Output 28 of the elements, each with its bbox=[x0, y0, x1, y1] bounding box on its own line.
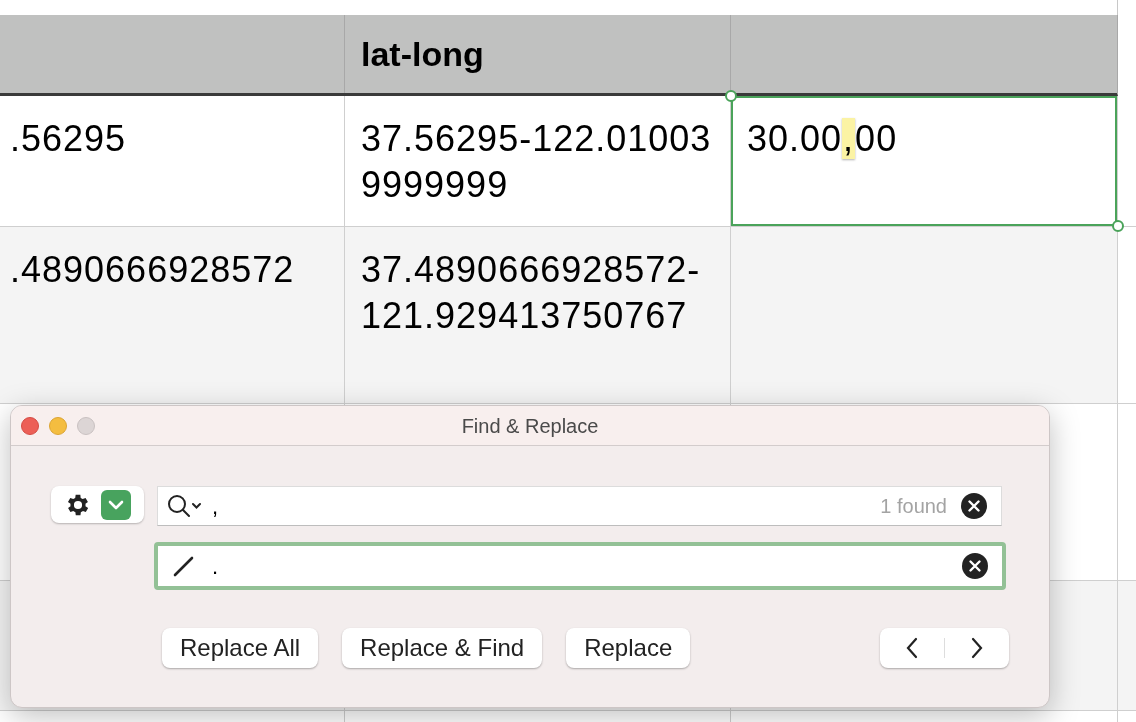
chevron-right-icon bbox=[970, 637, 984, 659]
cell-text: 30.00,00 bbox=[747, 117, 899, 161]
replace-field[interactable]: . bbox=[154, 542, 1006, 590]
table-cell[interactable]: .4890666928572 bbox=[0, 227, 345, 403]
window-title: Find & Replace bbox=[461, 413, 599, 439]
find-field[interactable]: , 1 found bbox=[157, 486, 1002, 526]
column-header: lat-long bbox=[361, 33, 484, 75]
pencil-icon bbox=[172, 554, 196, 578]
cell-text: .4890666928572 bbox=[10, 248, 296, 292]
match-count: 1 found bbox=[880, 494, 947, 519]
table-cell[interactable]: 30.00,00 bbox=[731, 96, 1118, 226]
cell-text: .56295 bbox=[10, 117, 128, 161]
table-cell[interactable] bbox=[731, 227, 1118, 403]
clear-icon[interactable] bbox=[961, 493, 987, 519]
replace-text: . bbox=[212, 552, 219, 581]
search-icon bbox=[166, 493, 204, 519]
cell-text: 37.56295-122.010039999999 bbox=[361, 117, 713, 207]
chevron-down-icon bbox=[101, 489, 132, 520]
close-button[interactable] bbox=[21, 417, 39, 435]
action-button[interactable]: Replace All bbox=[162, 628, 319, 668]
find-text: , bbox=[212, 492, 219, 521]
cell-text: 37.4890666928572-121.929413750767 bbox=[361, 248, 702, 338]
action-button[interactable]: Replace & Find bbox=[342, 628, 543, 668]
action-button[interactable]: Replace bbox=[566, 628, 691, 668]
chevron-left-icon bbox=[905, 637, 919, 659]
clear-icon[interactable] bbox=[962, 553, 988, 579]
options-button[interactable] bbox=[51, 486, 144, 523]
table-cell[interactable]: 37.4890666928572-121.929413750767 bbox=[345, 227, 731, 403]
